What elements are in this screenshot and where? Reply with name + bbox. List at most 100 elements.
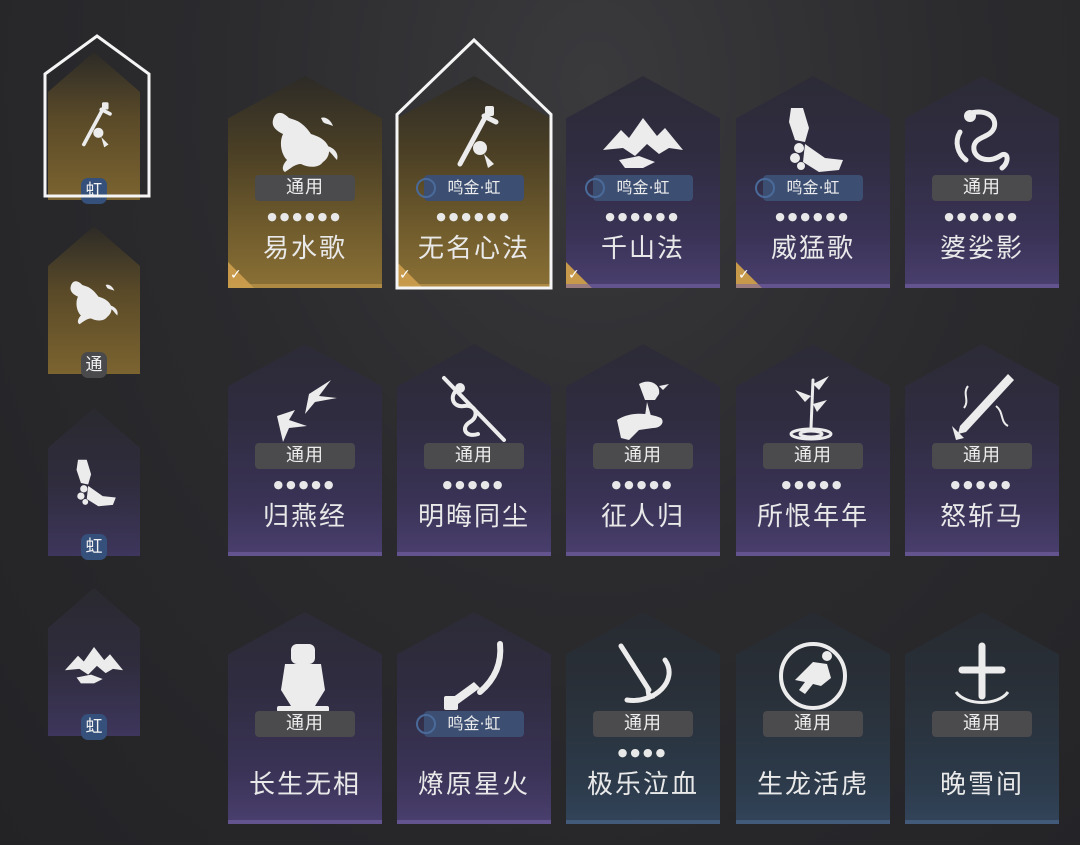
technique-tag: 鸣金·虹	[585, 175, 693, 201]
technique-name: 征人归	[600, 502, 685, 532]
rank-dots: ●●●●●	[273, 478, 337, 491]
technique-name: 晚雪间	[939, 770, 1024, 800]
technique-card[interactable]: 通用 ●●●●● 征人归	[566, 344, 720, 556]
technique-tag: 通用	[424, 443, 524, 469]
technique-card[interactable]: 通用 ●●●●● 明晦同尘	[397, 344, 551, 556]
rank-dots: ●●●●●	[950, 478, 1014, 491]
technique-card[interactable]: 通用 长生无相	[228, 612, 382, 824]
technique-art	[932, 364, 1032, 452]
swallows-icon	[277, 380, 337, 442]
rank-dots: ●●●●●	[611, 478, 675, 491]
technique-art	[593, 632, 693, 720]
technique-card[interactable]: 鸣金·虹 ●●●●●● 千山法 ✓	[566, 76, 720, 288]
technique-select-screen: 虹通虹虹 通用 ●●●●●● 易水歌 ✓ 鸣金·虹 ●●●●●● 无名心法 ✓ …	[0, 0, 1080, 845]
technique-art	[255, 364, 355, 452]
technique-art	[593, 364, 693, 452]
technique-card[interactable]: 鸣金·虹 ●●●●●● 无名心法 ✓	[397, 76, 551, 288]
dragon-icon	[954, 109, 1010, 171]
technique-card[interactable]: 通用 ●●●●●● 婆娑影	[905, 76, 1059, 288]
technique-tag: 通用	[255, 711, 355, 737]
bamboo-ripple-icon	[789, 376, 833, 441]
technique-name: 生龙活虎	[756, 770, 869, 800]
technique-tag: 通用	[763, 711, 863, 737]
spear-icon	[444, 641, 504, 710]
slot-art	[60, 92, 128, 162]
horse-icon	[272, 112, 338, 172]
technique-name: 明晦同尘	[417, 502, 530, 532]
technique-name: 所恨年年	[756, 502, 869, 532]
rank-dots: ●●●●	[617, 746, 669, 759]
technique-tag: 鸣金·虹	[416, 711, 524, 737]
technique-card[interactable]: 通用 生龙活虎	[736, 612, 890, 824]
bird-hand-icon	[617, 381, 669, 440]
leaping-figure-icon	[779, 642, 847, 710]
slot-rarity-badge: 虹	[81, 714, 107, 740]
technique-card[interactable]: 鸣金·虹 ●●●●●● 威猛歌 ✓	[736, 76, 890, 288]
rank-dots: ●●●●●●	[267, 210, 343, 223]
technique-name: 怒斩马	[939, 502, 1024, 532]
slot-art	[60, 448, 128, 518]
technique-art	[763, 632, 863, 720]
mountain-icon	[603, 118, 683, 168]
technique-card[interactable]: 通用 ●●●●●● 易水歌 ✓	[228, 76, 382, 288]
technique-name: 千山法	[600, 234, 685, 264]
broken-blade-icon	[952, 374, 1014, 440]
technique-name: 易水歌	[262, 234, 347, 264]
technique-art	[424, 364, 524, 452]
technique-tag: 通用	[763, 443, 863, 469]
technique-art	[424, 632, 524, 720]
technique-art	[593, 96, 693, 184]
rank-dots: ●●●●●	[442, 478, 506, 491]
equipped-check-icon: ✓	[736, 262, 762, 288]
technique-art	[763, 364, 863, 452]
technique-tag: 通用	[932, 711, 1032, 737]
sword-pendant-icon	[82, 102, 112, 148]
technique-art	[763, 96, 863, 184]
technique-card[interactable]: 通用 晚雪间	[905, 612, 1059, 824]
fist-icon	[76, 459, 116, 507]
rank-dots: ●●●●●	[781, 478, 845, 491]
mountain-icon	[64, 647, 124, 684]
technique-art	[932, 96, 1032, 184]
equipped-check-icon: ✓	[228, 262, 254, 288]
technique-art	[255, 96, 355, 184]
technique-tag: 鸣金·虹	[755, 175, 863, 201]
equipped-check-icon: ✓	[397, 262, 423, 288]
horse-icon	[70, 281, 118, 325]
technique-card[interactable]: 鸣金·虹 燎原星火	[397, 612, 551, 824]
rank-dots: ●●●●●●	[944, 210, 1020, 223]
technique-art	[932, 632, 1032, 720]
statue-icon	[277, 644, 329, 712]
technique-tag: 鸣金·虹	[416, 175, 524, 201]
rank-dots: ●●●●●●	[436, 210, 512, 223]
rank-dots: ●●●●●●	[605, 210, 681, 223]
slot-rarity-badge: 通	[81, 352, 107, 378]
technique-tag: 通用	[593, 711, 693, 737]
slot-art	[60, 266, 128, 336]
technique-name: 燎原星火	[417, 770, 530, 800]
technique-tag: 通用	[255, 443, 355, 469]
technique-card[interactable]: 通用 ●●●●● 所恨年年	[736, 344, 890, 556]
equipped-check-icon: ✓	[566, 262, 592, 288]
technique-art	[255, 632, 355, 720]
slash-icon	[618, 643, 672, 703]
technique-card[interactable]: 通用 ●●●●● 归燕经	[228, 344, 382, 556]
technique-name: 极乐泣血	[586, 770, 699, 800]
rank-dots: ●●●●●●	[775, 210, 851, 223]
sword-pendant-icon	[457, 106, 499, 168]
slot-art	[60, 628, 128, 698]
slot-rarity-badge: 虹	[81, 534, 107, 560]
technique-art	[424, 96, 524, 184]
technique-name: 婆娑影	[939, 234, 1024, 264]
cross-anchor-icon	[954, 642, 1010, 704]
technique-card[interactable]: 通用 ●●●●● 怒斩马	[905, 344, 1059, 556]
technique-name: 长生无相	[248, 770, 361, 800]
technique-card[interactable]: 通用 ●●●● 极乐泣血	[566, 612, 720, 824]
technique-name: 无名心法	[417, 234, 530, 264]
technique-tag: 通用	[932, 443, 1032, 469]
technique-name: 威猛歌	[770, 234, 855, 264]
technique-tag: 通用	[593, 443, 693, 469]
fist-icon	[789, 108, 843, 172]
technique-tag: 通用	[255, 175, 355, 201]
technique-tag: 通用	[932, 175, 1032, 201]
